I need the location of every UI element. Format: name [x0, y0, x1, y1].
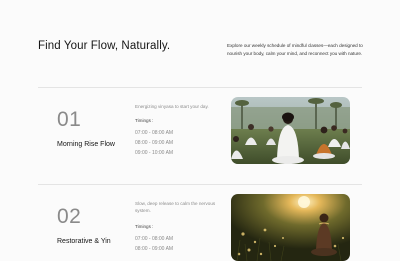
class-tagline: Energizing vinyasa to start your day. — [135, 104, 209, 109]
class-number: 02 — [57, 205, 82, 228]
class-name: Restorative & Yin — [57, 238, 111, 245]
divider — [38, 87, 362, 88]
class-number: 01 — [57, 108, 82, 131]
page-description: Explore our weekly schedule of mindful c… — [227, 43, 363, 56]
group-outdoor-meditation-photo — [231, 97, 350, 164]
class-name: Morning Rise Flow — [57, 141, 115, 148]
timing-slot: 08:00 - 09:00 AM — [135, 140, 174, 146]
divider — [38, 184, 362, 185]
timing-slot: 07:00 - 08:00 AM — [135, 130, 174, 136]
page-title: Find Your Flow, Naturally. — [38, 40, 171, 52]
class-tagline: Slow, deep release to calm the nervous s… — [135, 201, 216, 214]
timing-slot: 08:00 - 09:00 AM — [135, 246, 174, 252]
sunset-meadow-meditation-photo — [231, 194, 350, 261]
class-schedule-page: Find Your Flow, Naturally. Explore our w… — [0, 0, 400, 261]
timings-label: Timings : — [135, 224, 154, 229]
timing-slot: 07:00 - 08:00 AM — [135, 236, 174, 242]
timings-label: Timings : — [135, 118, 154, 123]
timing-slot: 09:00 - 10:00 AM — [135, 150, 174, 156]
